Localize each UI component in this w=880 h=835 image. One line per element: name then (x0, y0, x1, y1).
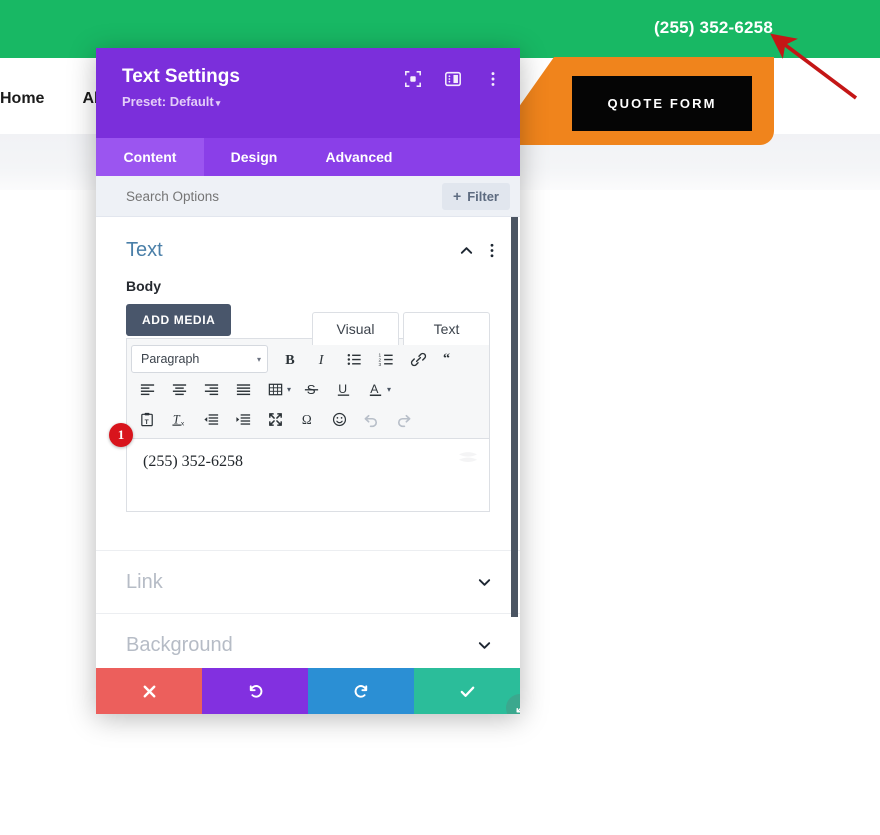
special-character-icon[interactable]: Ω (291, 405, 323, 433)
step-badge-1: 1 (109, 423, 133, 447)
layout-panel-icon[interactable] (444, 70, 462, 88)
add-media-button[interactable]: ADD MEDIA (126, 304, 232, 336)
editor-mode-tabs: Visual Text (312, 312, 490, 345)
toolbar-row-3: T T x Ω (131, 404, 485, 434)
resize-diagonal-icon (516, 704, 520, 712)
align-right-icon[interactable] (195, 375, 227, 403)
bold-icon[interactable]: B (274, 345, 306, 373)
redo-arrow-icon (354, 684, 367, 698)
align-left-icon[interactable] (131, 375, 163, 403)
section-title-background: Background (126, 633, 233, 656)
search-options-bar: + Filter (96, 176, 520, 217)
section-header-text[interactable]: Text (96, 217, 520, 262)
chevron-down-icon: ▾ (215, 98, 221, 108)
svg-text:x: x (180, 420, 184, 427)
tab-visual[interactable]: Visual (312, 312, 399, 345)
editor-text-value: (255) 352-6258 (143, 453, 243, 470)
emoji-icon[interactable] (323, 405, 355, 433)
body-field-label: Body (126, 278, 161, 294)
svg-text:U: U (338, 381, 347, 395)
section-text-icons (459, 243, 494, 258)
svg-text:“: “ (442, 351, 449, 366)
preset-label: Preset: Default (122, 94, 214, 109)
chevron-down-icon[interactable] (477, 638, 492, 653)
wysiwyg-editor: ADD MEDIA Visual Text Paragraph ▾ B I 1 … (96, 294, 520, 512)
indent-icon[interactable] (227, 405, 259, 433)
editor-toolbar: Paragraph ▾ B I 1 2 3 “ ▾ S U A ▾ T T x … (126, 338, 490, 439)
section-title-text: Text (126, 239, 163, 261)
strikethrough-icon[interactable]: S (295, 375, 327, 403)
plus-icon: + (453, 188, 462, 204)
check-icon (460, 686, 474, 697)
cancel-button[interactable] (96, 668, 202, 714)
clear-formatting-icon[interactable]: T x (163, 405, 195, 433)
undo-icon[interactable] (355, 405, 387, 433)
chevron-down-icon[interactable]: ▾ (387, 385, 391, 394)
outdent-icon[interactable] (195, 405, 227, 433)
modal-body: Text Body ADD MEDIA Visual Text Paragrap… (96, 217, 520, 668)
focus-icon[interactable] (404, 70, 422, 88)
modal-title: Text Settings (122, 66, 240, 87)
filter-label: Filter (467, 188, 499, 204)
tab-text[interactable]: Text (403, 312, 490, 345)
editor-watermark-icon (459, 452, 477, 463)
bulleted-list-icon[interactable] (338, 345, 370, 373)
svg-text:3: 3 (378, 362, 381, 368)
link-icon[interactable] (402, 345, 434, 373)
save-button[interactable] (414, 668, 520, 714)
blockquote-icon[interactable]: “ (434, 345, 466, 373)
svg-text:T: T (144, 418, 148, 425)
svg-text:T: T (172, 412, 180, 426)
format-select-value: Paragraph (141, 352, 200, 366)
modal-tabs: Content Design Advanced (96, 138, 520, 176)
tab-design[interactable]: Design (204, 138, 304, 176)
toolbar-row-2: ▾ S U A ▾ (131, 374, 485, 404)
modal-header: Text Settings Preset: Default ▾ (96, 48, 520, 138)
chevron-down-icon[interactable]: ▾ (287, 385, 291, 394)
section-title-link: Link (126, 570, 163, 593)
quote-form-button[interactable]: QUOTE FORM (572, 76, 752, 131)
close-icon (143, 685, 155, 697)
fullscreen-icon[interactable] (259, 405, 291, 433)
tab-advanced[interactable]: Advanced (304, 138, 414, 176)
chevron-up-icon[interactable] (459, 243, 474, 258)
vertical-dots-icon[interactable] (484, 70, 502, 88)
paste-as-text-icon[interactable]: T (131, 405, 163, 433)
chevron-down-icon: ▾ (256, 354, 261, 364)
filter-button[interactable]: + Filter (442, 182, 510, 210)
svg-text:B: B (285, 352, 295, 368)
section-header-background[interactable]: Background (96, 614, 520, 668)
svg-text:Ω: Ω (301, 412, 311, 427)
section-header-link[interactable]: Link (96, 551, 520, 614)
redo-button[interactable] (308, 668, 414, 714)
preset-selector[interactable]: Preset: Default ▾ (122, 94, 220, 109)
text-settings-modal: Text Settings Preset: Default ▾ Content … (96, 48, 520, 714)
modal-header-icons (404, 70, 502, 88)
format-select[interactable]: Paragraph ▾ (131, 345, 268, 373)
align-justify-icon[interactable] (227, 375, 259, 403)
editor-content-area[interactable]: 1 (255) 352-6258 (109, 423, 490, 512)
undo-button[interactable] (202, 668, 308, 714)
vertical-dots-icon[interactable] (490, 243, 494, 258)
tab-content[interactable]: Content (96, 138, 204, 176)
search-input[interactable] (124, 187, 443, 205)
editor-top-row: ADD MEDIA Visual Text (126, 304, 490, 345)
toolbar-row-1: Paragraph ▾ B I 1 2 3 “ (131, 344, 485, 374)
undo-arrow-icon (249, 684, 262, 698)
redo-icon[interactable] (387, 405, 419, 433)
chevron-down-icon[interactable] (477, 575, 492, 590)
site-phone-number[interactable]: (255) 352-6258 (654, 18, 773, 38)
svg-text:I: I (317, 352, 324, 368)
modal-footer (96, 668, 520, 714)
align-center-icon[interactable] (163, 375, 195, 403)
numbered-list-icon[interactable]: 1 2 3 (370, 345, 402, 373)
underline-icon[interactable]: U (327, 375, 359, 403)
svg-text:A: A (370, 381, 379, 395)
nav-item-home[interactable]: Home (0, 90, 44, 108)
italic-icon[interactable]: I (306, 345, 338, 373)
